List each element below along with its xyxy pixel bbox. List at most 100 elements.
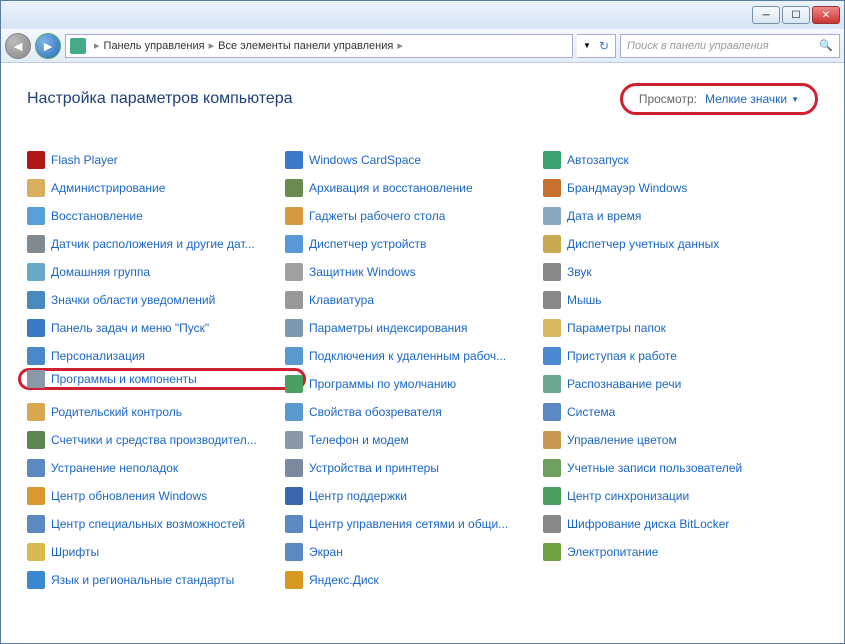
search-input[interactable]: Поиск в панели управления 🔍 [620,34,840,58]
control-panel-item[interactable]: Домашняя группа [27,261,277,283]
breadcrumb-level2[interactable]: Все элементы панели управления [218,40,393,52]
item-label: Шрифты [51,545,99,559]
control-panel-item[interactable]: Счетчики и средства производител... [27,429,277,451]
control-panel-item[interactable]: Центр управления сетями и общи... [285,513,535,535]
control-panel-item[interactable]: Дата и время [543,205,793,227]
back-button[interactable]: ◄ [5,33,31,59]
item-icon [285,571,303,589]
control-panel-item[interactable]: Flash Player [27,149,277,171]
control-panel-item[interactable]: Центр синхронизации [543,485,793,507]
breadcrumb[interactable]: ▸ Панель управления ▸ Все элементы панел… [65,34,573,58]
item-label: Flash Player [51,153,118,167]
item-icon [543,319,561,337]
control-panel-item[interactable]: Приступая к работе [543,345,793,367]
chevron-down-icon: ▼ [791,95,799,104]
item-icon [27,235,45,253]
control-panel-item[interactable]: Защитник Windows [285,261,535,283]
control-panel-item[interactable]: Брандмауэр Windows [543,177,793,199]
view-value[interactable]: Мелкие значки ▼ [705,92,799,106]
close-button[interactable]: ✕ [812,6,840,24]
item-icon [543,347,561,365]
control-panel-window: ─ ☐ ✕ ◄ ► ▸ Панель управления ▸ Все элем… [0,0,845,644]
item-icon [285,319,303,337]
control-panel-item[interactable]: Яндекс.Диск [285,569,535,591]
control-panel-item[interactable]: Свойства обозревателя [285,401,535,423]
control-panel-item[interactable]: Диспетчер устройств [285,233,535,255]
control-panel-item[interactable]: Центр специальных возможностей [27,513,277,535]
control-panel-item[interactable]: Персонализация [27,345,277,367]
chevron-down-icon[interactable]: ▼ [583,41,591,50]
control-panel-item[interactable]: Язык и региональные стандарты [27,569,277,591]
search-icon: 🔍 [819,39,833,52]
item-icon [543,487,561,505]
minimize-button[interactable]: ─ [752,6,780,24]
search-placeholder: Поиск в панели управления [627,40,769,52]
item-label: Свойства обозревателя [309,405,442,419]
control-panel-item[interactable]: Учетные записи пользователей [543,457,793,479]
maximize-button[interactable]: ☐ [782,6,810,24]
breadcrumb-level1[interactable]: Панель управления [104,40,205,52]
item-label: Устройства и принтеры [309,461,439,475]
item-icon [543,431,561,449]
control-panel-item[interactable]: Администрирование [27,177,277,199]
control-panel-item[interactable]: Шифрование диска BitLocker [543,513,793,535]
item-icon [285,431,303,449]
item-label: Счетчики и средства производител... [51,433,257,447]
item-label: Подключения к удаленным рабоч... [309,349,506,363]
control-panel-item[interactable]: Клавиатура [285,289,535,311]
control-panel-item[interactable]: Телефон и модем [285,429,535,451]
forward-button[interactable]: ► [35,33,61,59]
item-icon [27,291,45,309]
control-panel-item[interactable]: Центр поддержки [285,485,535,507]
titlebar: ─ ☐ ✕ [1,1,844,29]
item-label: Звук [567,265,592,279]
item-icon [285,347,303,365]
control-panel-item[interactable]: Программы и компоненты [18,368,306,390]
control-panel-item[interactable]: Автозапуск [543,149,793,171]
item-icon [543,459,561,477]
item-icon [27,459,45,477]
refresh-area: ▼ ↻ [577,34,616,58]
control-panel-item[interactable]: Параметры папок [543,317,793,339]
control-panel-item[interactable]: Подключения к удаленным рабоч... [285,345,535,367]
control-panel-item[interactable]: Мышь [543,289,793,311]
control-panel-item[interactable]: Устранение неполадок [27,457,277,479]
item-label: Персонализация [51,349,145,363]
chevron-right-icon: ▸ [94,39,100,52]
item-icon [285,291,303,309]
item-icon [285,151,303,169]
control-panel-item[interactable]: Датчик расположения и другие дат... [27,233,277,255]
control-panel-item[interactable]: Шрифты [27,541,277,563]
control-panel-item[interactable]: Диспетчер учетных данных [543,233,793,255]
control-panel-item[interactable]: Экран [285,541,535,563]
item-label: Параметры индексирования [309,321,467,335]
control-panel-item[interactable]: Система [543,401,793,423]
item-icon [27,515,45,533]
control-panel-item[interactable]: Звук [543,261,793,283]
control-panel-item[interactable]: Значки области уведомлений [27,289,277,311]
control-panel-item[interactable]: Электропитание [543,541,793,563]
control-panel-item[interactable]: Панель задач и меню "Пуск" [27,317,277,339]
item-icon [27,370,45,388]
control-panel-item[interactable]: Управление цветом [543,429,793,451]
item-icon [27,543,45,561]
control-panel-item[interactable]: Windows CardSpace [285,149,535,171]
control-panel-item[interactable]: Восстановление [27,205,277,227]
item-icon [27,179,45,197]
control-panel-item[interactable]: Родительский контроль [27,401,277,423]
control-panel-item[interactable]: Гаджеты рабочего стола [285,205,535,227]
control-panel-item[interactable]: Распознавание речи [543,373,793,395]
item-label: Администрирование [51,181,165,195]
item-label: Экран [309,545,343,559]
control-panel-item[interactable]: Архивация и восстановление [285,177,535,199]
refresh-icon[interactable]: ↻ [599,39,609,53]
control-panel-item[interactable]: Устройства и принтеры [285,457,535,479]
view-selector[interactable]: Просмотр: Мелкие значки ▼ [620,83,818,115]
item-icon [27,207,45,225]
item-label: Центр специальных возможностей [51,517,245,531]
control-panel-item[interactable]: Параметры индексирования [285,317,535,339]
item-icon [27,571,45,589]
control-panel-item[interactable]: Центр обновления Windows [27,485,277,507]
item-label: Родительский контроль [51,405,182,419]
control-panel-item[interactable]: Программы по умолчанию [285,373,535,395]
